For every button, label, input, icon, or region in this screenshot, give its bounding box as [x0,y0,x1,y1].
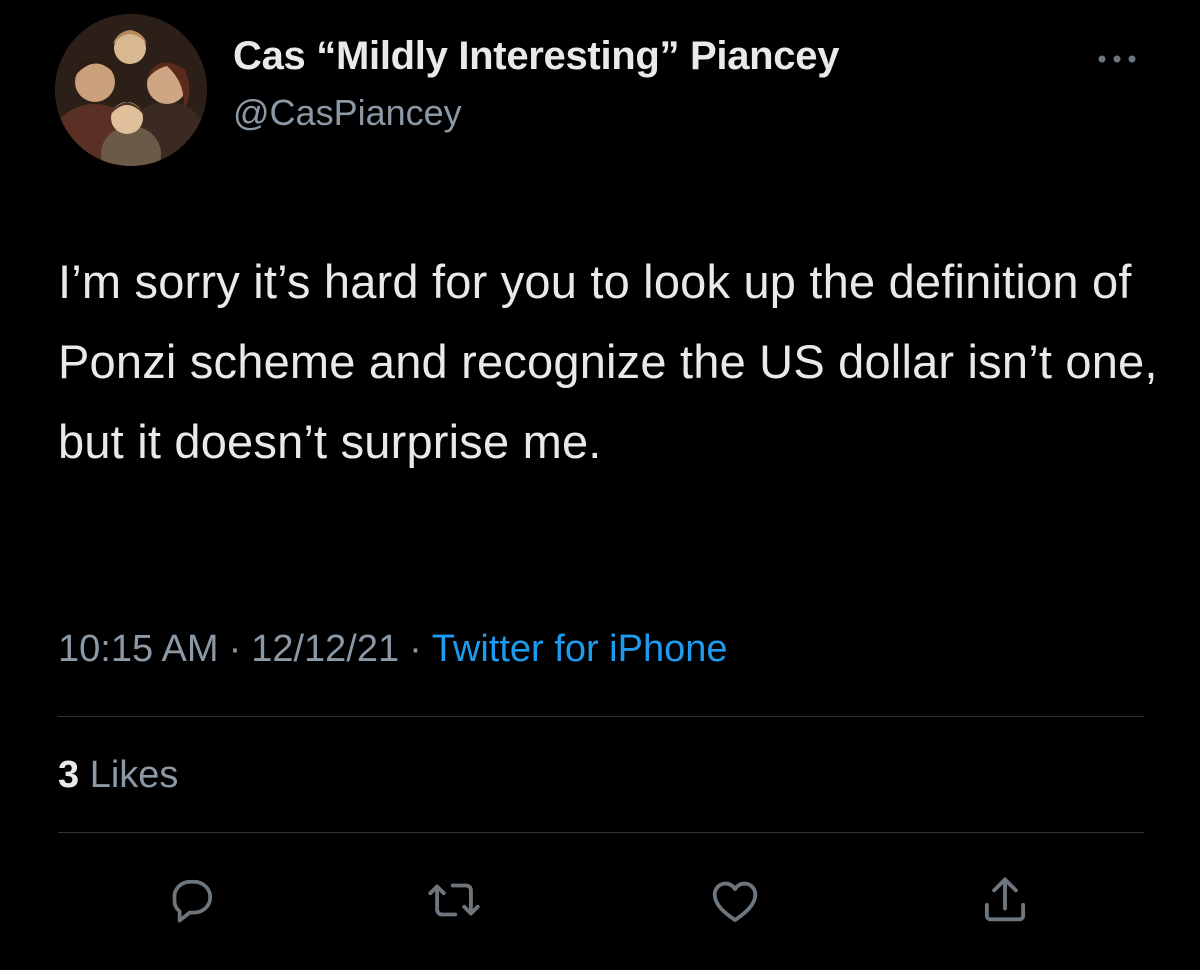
tweet-detail: Cas “Mildly Interesting” Piancey @CasPia… [0,0,1200,970]
tweet-time[interactable]: 10:15 AM [58,628,219,670]
reply-button[interactable] [160,868,224,932]
tweet-date[interactable]: 12/12/21 [251,628,399,670]
divider [58,716,1144,717]
separator: · [228,628,242,670]
display-name[interactable]: Cas “Mildly Interesting” Piancey [233,34,839,79]
retweet-button[interactable] [422,868,486,932]
heart-icon [712,881,758,922]
more-icon [1098,55,1136,63]
tweet-metadata: 10:15 AM · 12/12/21 · Twitter for iPhone [58,628,727,671]
tweet-source-link[interactable]: Twitter for iPhone [432,628,728,670]
divider [58,832,1144,833]
more-options-button[interactable] [1094,48,1140,70]
profile-photo-icon [55,14,207,166]
retweet-icon [428,883,480,917]
likes-label: Likes [89,754,179,796]
like-button[interactable] [703,868,767,932]
share-icon [984,877,1026,922]
share-button[interactable] [973,868,1037,932]
avatar[interactable] [55,14,207,166]
reply-icon [172,879,213,923]
tweet-text: I’m sorry it’s hard for you to look up t… [58,255,1158,468]
user-handle[interactable]: @CasPiancey [233,92,462,134]
likes-count: 3 [58,754,80,796]
separator: · [409,628,422,670]
likes-stat[interactable]: 3 Likes [58,754,178,797]
